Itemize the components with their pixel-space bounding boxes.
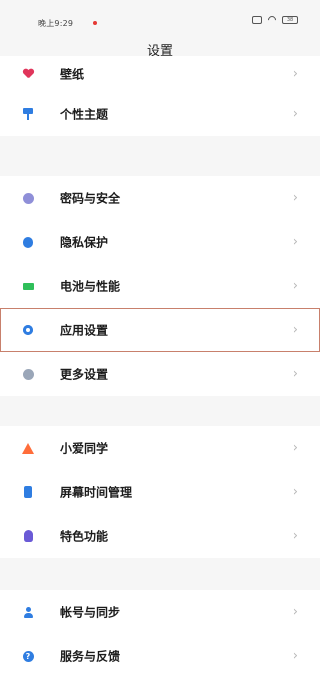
- settings-item-password-security[interactable]: 密码与安全 ›: [0, 176, 320, 220]
- chevron-right-icon: ›: [292, 440, 298, 456]
- chevron-right-icon: ›: [292, 528, 298, 544]
- settings-group-system: 密码与安全 › 隐私保护 › 电池与性能 › 应用设置 › 更多设置 ›: [0, 176, 320, 396]
- chevron-right-icon: ›: [292, 604, 298, 620]
- settings-item-label: 电池与性能: [60, 279, 121, 294]
- settings-item-special-features[interactable]: 特色功能 ›: [0, 514, 320, 558]
- account-sync-icon: [22, 606, 34, 618]
- settings-item-label: 应用设置: [60, 323, 109, 338]
- theme-brush-icon: [22, 108, 34, 120]
- status-bar: 晚上9:29 38: [0, 0, 320, 40]
- sim-icon: [252, 16, 262, 24]
- xiaoai-assistant-icon: [22, 442, 34, 454]
- wallpaper-icon: [22, 68, 34, 80]
- chevron-right-icon: ›: [292, 234, 298, 250]
- privacy-shield-icon: [22, 236, 34, 248]
- settings-item-label: 帐号与同步: [60, 605, 121, 620]
- settings-item-battery[interactable]: 电池与性能 ›: [0, 264, 320, 308]
- screen-time-icon: [22, 486, 34, 498]
- settings-item-label: 小爱同学: [60, 441, 109, 456]
- service-feedback-icon: ?: [22, 650, 34, 662]
- special-features-icon: [22, 530, 34, 542]
- password-security-icon: [22, 192, 34, 204]
- settings-item-label: 屏幕时间管理: [60, 485, 133, 500]
- settings-item-more-settings[interactable]: 更多设置 ›: [0, 352, 320, 396]
- settings-group-personalization: 壁纸 › 个性主题 ›: [0, 56, 320, 136]
- settings-group-account: 帐号与同步 › ? 服务与反馈 ›: [0, 590, 320, 678]
- chevron-right-icon: ›: [292, 66, 298, 82]
- chevron-right-icon: ›: [292, 278, 298, 294]
- battery-status-icon: 38: [282, 16, 298, 24]
- chevron-right-icon: ›: [292, 322, 298, 338]
- chevron-right-icon: ›: [292, 366, 298, 382]
- battery-icon: [22, 280, 34, 292]
- settings-item-service-feedback[interactable]: ? 服务与反馈 ›: [0, 634, 320, 678]
- settings-group-features: 小爱同学 › 屏幕时间管理 › 特色功能 ›: [0, 426, 320, 558]
- settings-item-theme[interactable]: 个性主题 ›: [0, 92, 320, 136]
- chevron-right-icon: ›: [292, 484, 298, 500]
- settings-item-wallpaper[interactable]: 壁纸 ›: [0, 56, 320, 92]
- settings-item-account-sync[interactable]: 帐号与同步 ›: [0, 590, 320, 634]
- status-icons: 38: [252, 16, 298, 24]
- settings-item-screen-time[interactable]: 屏幕时间管理 ›: [0, 470, 320, 514]
- settings-item-privacy[interactable]: 隐私保护 ›: [0, 220, 320, 264]
- status-time: 晚上9:29: [38, 19, 74, 28]
- settings-item-app-settings[interactable]: 应用设置 ›: [0, 308, 320, 352]
- notification-dot-icon: [93, 21, 97, 25]
- settings-item-label: 特色功能: [60, 529, 109, 544]
- settings-item-label: 个性主题: [60, 107, 109, 122]
- chevron-right-icon: ›: [292, 648, 298, 664]
- settings-item-label: 隐私保护: [60, 235, 109, 250]
- settings-item-label: 密码与安全: [60, 191, 121, 206]
- chevron-right-icon: ›: [292, 190, 298, 206]
- settings-item-label: 更多设置: [60, 367, 109, 382]
- settings-item-label: 壁纸: [60, 67, 85, 82]
- settings-item-xiaoai[interactable]: 小爱同学 ›: [0, 426, 320, 470]
- more-settings-icon: [22, 368, 34, 380]
- wifi-icon: [267, 16, 277, 24]
- chevron-right-icon: ›: [292, 106, 298, 122]
- settings-item-label: 服务与反馈: [60, 649, 121, 664]
- app-settings-gear-icon: [22, 324, 34, 336]
